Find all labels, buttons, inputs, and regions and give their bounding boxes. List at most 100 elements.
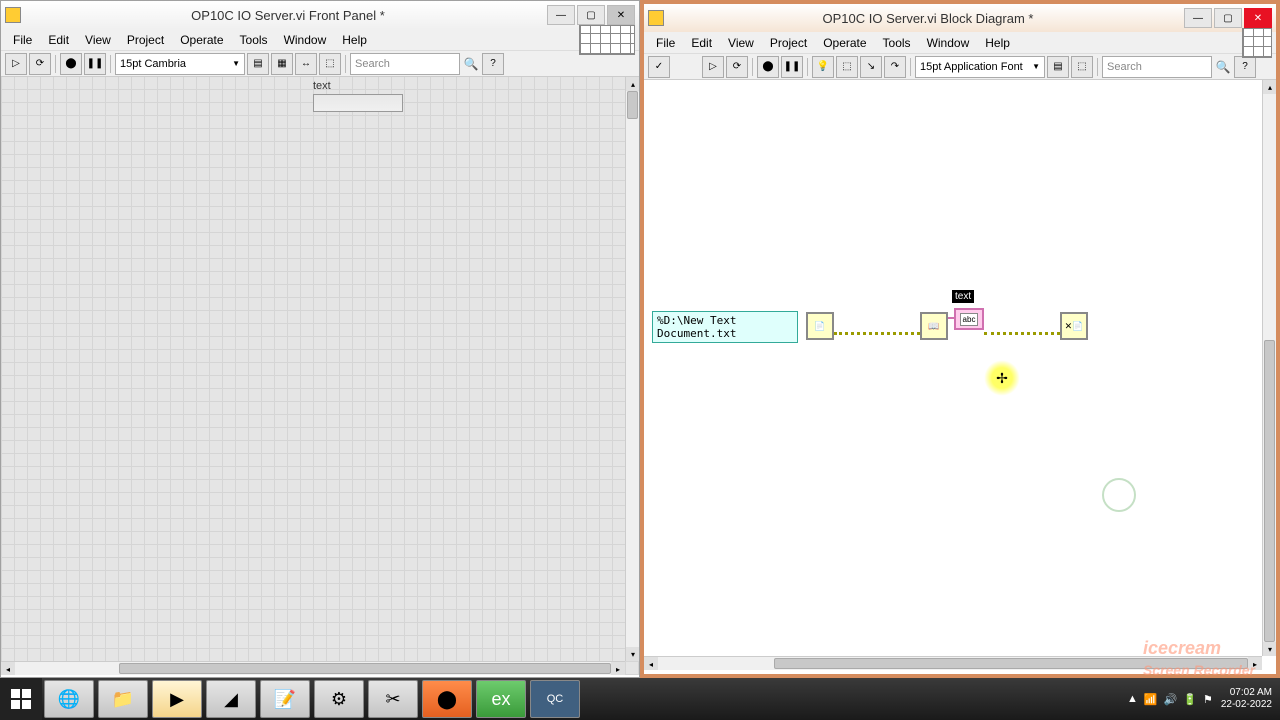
minimize-button[interactable]: — xyxy=(1184,8,1212,28)
titlebar[interactable]: OP10C IO Server.vi Front Panel * — ▢ ✕ xyxy=(1,1,639,29)
tray-flag-icon[interactable]: ⚑ xyxy=(1203,693,1213,706)
tray-clock[interactable]: 07:02 AM 22-02-2022 xyxy=(1221,687,1272,711)
menu-operate[interactable]: Operate xyxy=(172,31,231,49)
wire xyxy=(984,332,1060,335)
distribute-button[interactable]: ▦ xyxy=(271,53,293,75)
search-icon[interactable]: 🔍 xyxy=(1214,56,1232,78)
menu-file[interactable]: File xyxy=(648,34,683,52)
taskbar-labview[interactable]: ▶ xyxy=(152,680,202,718)
font-selector[interactable]: 15pt Cambria▼ xyxy=(115,53,245,75)
taskbar-notepad[interactable]: 📝 xyxy=(260,680,310,718)
vi-icon[interactable] xyxy=(1242,28,1272,58)
align-button[interactable]: ▤ xyxy=(1047,56,1069,78)
tray-icon[interactable]: ▲ xyxy=(1127,693,1138,706)
highlight-execution-button[interactable]: 💡 xyxy=(812,56,834,78)
abort-button[interactable]: ⬤ xyxy=(757,56,779,78)
taskbar-vlc[interactable]: ◢ xyxy=(206,680,256,718)
maximize-button[interactable]: ▢ xyxy=(577,5,605,25)
font-selector[interactable]: 15pt Application Font▼ xyxy=(915,56,1045,78)
menu-tools[interactable]: Tools xyxy=(875,34,919,52)
menu-edit[interactable]: Edit xyxy=(40,31,77,49)
tray-battery-icon[interactable]: 🔋 xyxy=(1183,693,1197,706)
taskbar-excel[interactable]: ex xyxy=(476,680,526,718)
vertical-scrollbar[interactable]: ▴ ▾ xyxy=(625,77,639,661)
window-controls: — ▢ ✕ xyxy=(1184,8,1272,28)
menu-tools[interactable]: Tools xyxy=(232,31,276,49)
connector-pane-icon[interactable] xyxy=(579,25,635,55)
run-button[interactable]: ▷ xyxy=(5,53,27,75)
menu-file[interactable]: File xyxy=(5,31,40,49)
taskbar-qc[interactable]: QC xyxy=(530,680,580,718)
string-indicator-label: text xyxy=(313,80,331,92)
toolbar: ▷ ⟳ ⬤ ❚❚ 15pt Cambria▼ ▤ ▦ ↔ ⬚ Search 🔍 … xyxy=(1,51,639,77)
pause-button[interactable]: ❚❚ xyxy=(84,53,106,75)
menu-view[interactable]: View xyxy=(77,31,119,49)
labview-icon xyxy=(5,7,21,23)
vertical-scrollbar[interactable]: ▴ ▾ xyxy=(1262,80,1276,656)
open-file-node[interactable]: 📄 xyxy=(806,312,834,340)
tray-volume-icon[interactable]: 🔊 xyxy=(1164,693,1178,706)
cleanup-button[interactable]: ⬚ xyxy=(1071,56,1093,78)
window-title: OP10C IO Server.vi Block Diagram * xyxy=(672,11,1184,26)
step-into-button[interactable]: ↘ xyxy=(860,56,882,78)
start-button[interactable] xyxy=(0,678,42,720)
window-title: OP10C IO Server.vi Front Panel * xyxy=(29,8,547,23)
tray-network-icon[interactable]: 📶 xyxy=(1144,693,1158,706)
menu-edit[interactable]: Edit xyxy=(683,34,720,52)
broken-run-check[interactable]: ✓ xyxy=(648,56,670,78)
close-button[interactable]: ✕ xyxy=(607,5,635,25)
help-button[interactable]: ? xyxy=(482,53,504,75)
front-panel-canvas[interactable]: text ▴ ▾ ◂ ▸ xyxy=(1,77,639,675)
tray-icons[interactable]: ▲ 📶 🔊 🔋 ⚑ xyxy=(1127,693,1213,706)
taskbar-snip[interactable]: ✂ xyxy=(368,680,418,718)
retain-wire-button[interactable]: ⬚ xyxy=(836,56,858,78)
menu-operate[interactable]: Operate xyxy=(815,34,874,52)
menubar: File Edit View Project Operate Tools Win… xyxy=(1,29,639,51)
menu-help[interactable]: Help xyxy=(977,34,1018,52)
menubar: File Edit View Project Operate Tools Win… xyxy=(644,32,1276,54)
block-diagram-canvas[interactable]: %D:\New Text Document.txt 📄 📖 text abc ✕… xyxy=(644,80,1276,670)
menu-project[interactable]: Project xyxy=(119,31,172,49)
menu-project[interactable]: Project xyxy=(762,34,815,52)
run-button[interactable]: ▷ xyxy=(702,56,724,78)
run-continuous-button[interactable]: ⟳ xyxy=(726,56,748,78)
string-indicator[interactable] xyxy=(313,94,403,112)
search-input[interactable]: Search xyxy=(1102,56,1212,78)
front-panel-window: OP10C IO Server.vi Front Panel * — ▢ ✕ F… xyxy=(0,0,640,678)
menu-view[interactable]: View xyxy=(720,34,762,52)
wire xyxy=(834,332,920,335)
taskbar-explorer[interactable]: 📁 xyxy=(98,680,148,718)
menu-window[interactable]: Window xyxy=(276,31,335,49)
taskbar-app1[interactable]: ⚙ xyxy=(314,680,364,718)
block-diagram-window: OP10C IO Server.vi Block Diagram * — ▢ ✕… xyxy=(640,0,1280,678)
close-button[interactable]: ✕ xyxy=(1244,8,1272,28)
titlebar[interactable]: OP10C IO Server.vi Block Diagram * — ▢ ✕ xyxy=(644,4,1276,32)
maximize-button[interactable]: ▢ xyxy=(1214,8,1242,28)
pause-button[interactable]: ❚❚ xyxy=(781,56,803,78)
horizontal-scrollbar[interactable]: ◂ ▸ xyxy=(1,661,625,675)
taskbar: 🌐 📁 ▶ ◢ 📝 ⚙ ✂ ⬤ ex QC ▲ 📶 🔊 🔋 ⚑ 07:02 AM… xyxy=(0,678,1280,720)
taskbar-recorder[interactable]: ⬤ xyxy=(422,680,472,718)
read-text-file-node[interactable]: 📖 xyxy=(920,312,948,340)
labview-icon xyxy=(648,10,664,26)
search-icon[interactable]: 🔍 xyxy=(462,53,480,75)
toolbar: ✓ ▷ ⟳ ⬤ ❚❚ 💡 ⬚ ↘ ↷ 15pt Application Font… xyxy=(644,54,1276,80)
resize-button[interactable]: ↔ xyxy=(295,53,317,75)
text-indicator[interactable]: abc xyxy=(954,308,984,330)
help-button[interactable]: ? xyxy=(1234,56,1256,78)
cursor-highlight-icon: ✢ xyxy=(984,360,1020,396)
step-over-button[interactable]: ↷ xyxy=(884,56,906,78)
minimize-button[interactable]: — xyxy=(547,5,575,25)
taskbar-chrome[interactable]: 🌐 xyxy=(44,680,94,718)
run-continuous-button[interactable]: ⟳ xyxy=(29,53,51,75)
close-file-node[interactable]: ✕📄 xyxy=(1060,312,1088,340)
menu-help[interactable]: Help xyxy=(334,31,375,49)
search-input[interactable]: Search xyxy=(350,53,460,75)
path-constant[interactable]: %D:\New Text Document.txt xyxy=(652,311,798,343)
watermark-text: icecreamScreen Recorder xyxy=(1143,638,1255,680)
reorder-button[interactable]: ⬚ xyxy=(319,53,341,75)
indicator-label: text xyxy=(952,290,974,303)
abort-button[interactable]: ⬤ xyxy=(60,53,82,75)
align-button[interactable]: ▤ xyxy=(247,53,269,75)
menu-window[interactable]: Window xyxy=(919,34,978,52)
